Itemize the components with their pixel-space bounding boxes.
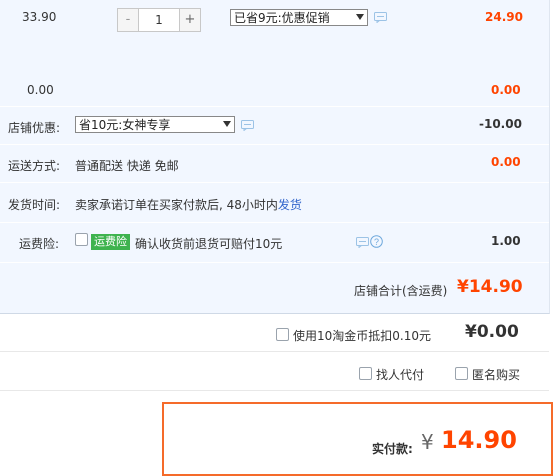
delivery-label: 发货时间:: [8, 198, 61, 212]
chat-icon[interactable]: [356, 237, 369, 248]
proxy-pay-checkbox[interactable]: [359, 367, 372, 380]
promo-select[interactable]: 已省9元:优惠促销: [230, 9, 368, 26]
order-panel: 33.90 - 1 + 已省9元:优惠促销 24.90 0.00 0.00 店铺…: [0, 0, 550, 314]
help-icon[interactable]: ?: [370, 235, 383, 248]
payment-currency: ¥: [421, 430, 434, 454]
divider: [0, 351, 549, 352]
increase-button[interactable]: +: [179, 8, 201, 32]
payment-box: 实付款: ¥ 14.90: [162, 402, 553, 476]
shop-discount-amount: -10.00: [479, 117, 522, 131]
svg-text:?: ?: [374, 237, 379, 247]
divider: [0, 262, 549, 263]
insurance-badge: 运费险: [91, 234, 130, 250]
delivery-text-main: 卖家承诺订单在买家付款后, 48小时内: [75, 198, 278, 212]
quantity-input[interactable]: 1: [139, 8, 179, 32]
dropdown-arrow-icon: [356, 14, 364, 20]
shipping-value: 普通配送 快递 免邮: [75, 159, 179, 173]
delivery-link[interactable]: 发货: [278, 198, 302, 212]
chat-icon[interactable]: [241, 120, 254, 131]
coins-amount: ¥0.00: [465, 322, 519, 342]
dropdown-arrow-icon: [223, 121, 231, 127]
payment-label: 实付款:: [372, 442, 413, 456]
item-sub-value: 0.00: [27, 83, 54, 97]
promo-select-value: 已省9元:优惠促销: [234, 11, 330, 25]
divider: [0, 182, 549, 183]
decrease-button[interactable]: -: [117, 8, 139, 32]
chat-icon[interactable]: [374, 12, 387, 23]
insurance-label: 运费险:: [19, 237, 60, 251]
unit-price: 33.90: [22, 10, 57, 24]
divider: [0, 390, 549, 391]
coins-label: 使用10淘金币抵扣0.10元: [293, 329, 431, 343]
quantity-stepper[interactable]: - 1 +: [117, 8, 201, 32]
shop-discount-select[interactable]: 省10元:女神专享: [75, 116, 235, 133]
proxy-pay-label: 找人代付: [376, 368, 425, 382]
divider: [0, 144, 549, 145]
insurance-checkbox[interactable]: [75, 233, 88, 246]
insurance-amount: 1.00: [491, 234, 521, 248]
shipping-amount: 0.00: [491, 155, 521, 169]
coins-checkbox[interactable]: [276, 328, 289, 341]
item-total-price: 24.90: [485, 10, 523, 24]
divider: [0, 222, 549, 223]
shop-discount-select-value: 省10元:女神专享: [79, 118, 171, 132]
item-sub-right-value: 0.00: [491, 83, 521, 97]
insurance-text: 确认收货前退货可赔付10元: [135, 237, 283, 251]
divider: [0, 106, 549, 107]
shop-total-amount: ¥14.90: [457, 277, 523, 297]
shop-discount-label: 店铺优惠:: [8, 121, 61, 135]
payment-amount: 14.90: [441, 426, 517, 454]
anonymous-label: 匿名购买: [472, 368, 521, 382]
anonymous-checkbox[interactable]: [455, 367, 468, 380]
delivery-text: 卖家承诺订单在买家付款后, 48小时内发货: [75, 196, 302, 213]
shipping-label: 运送方式:: [8, 159, 61, 173]
shop-total-label: 店铺合计(含运费): [354, 284, 448, 298]
